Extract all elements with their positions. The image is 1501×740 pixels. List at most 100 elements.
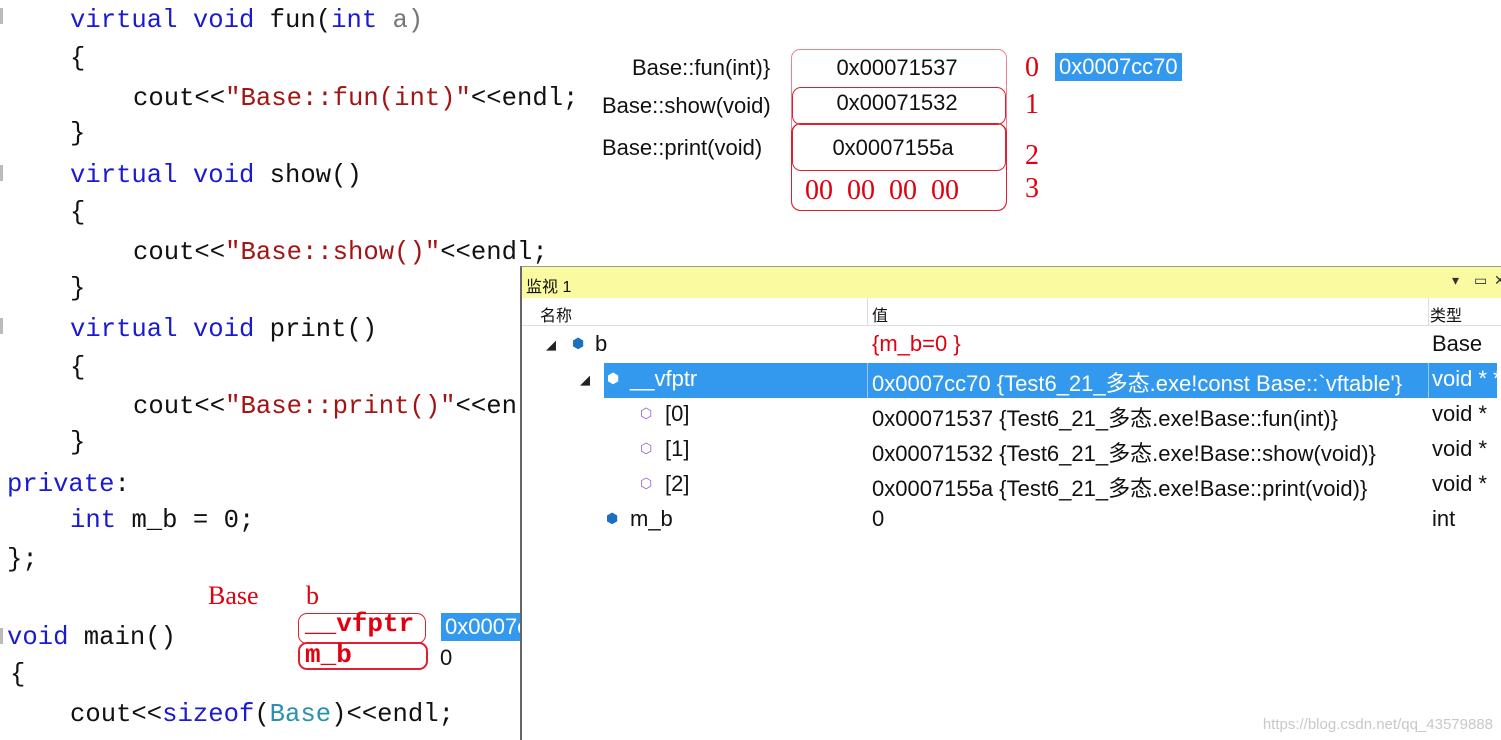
code-line: } [70, 119, 86, 148]
code-text: cout<< [133, 84, 226, 113]
vtable-addr: 0x00071532 [836, 90, 958, 115]
row-type: void * [1432, 436, 1488, 461]
watch-row[interactable]: ◢ ⬢ b {m_b=0 } Base [522, 328, 1501, 363]
string-literal: "Base::print()" [225, 392, 456, 421]
column-header-type[interactable]: 类型 [1430, 302, 1462, 326]
row-type: void * [1432, 401, 1488, 426]
row-type: int [1432, 506, 1456, 531]
keyword: private [7, 470, 115, 499]
fold-marker[interactable] [0, 628, 3, 644]
row-name: [0] [665, 401, 690, 426]
code-line: cout<<sizeof(Base)<<endl; [70, 700, 454, 730]
function-icon: ⬡ [640, 405, 653, 421]
row-name: [2] [665, 471, 690, 496]
code-text: show() [269, 161, 362, 190]
vtable-label: Base::print(void) [602, 135, 763, 160]
close-icon[interactable]: ✕ [1494, 272, 1501, 289]
function-icon: ⬡ [640, 440, 653, 456]
row-name: m_b [630, 506, 673, 531]
column-divider[interactable] [867, 298, 868, 325]
fold-marker[interactable] [0, 318, 3, 334]
watermark: https://blog.csdn.net/qq_43579888 [1262, 716, 1493, 733]
object-icon: ⬢ [572, 335, 585, 351]
keyword: void [7, 623, 84, 652]
vtable-terminator: 00 00 00 00 [805, 175, 959, 206]
code-line: cout<<"Base::print()"<<en [133, 392, 517, 422]
row-value: 0x00071532 {Test6_21_多态.exe!Base::show(v… [872, 441, 1376, 466]
keyword: int [331, 6, 393, 35]
string-literal: "Base::show()" [225, 238, 441, 267]
code-text: : [114, 470, 130, 499]
code-text: <<en [455, 392, 517, 421]
keyword: virtual void [70, 315, 270, 344]
code-text: ( [254, 700, 270, 729]
row-type: void * [1432, 471, 1488, 496]
object-var-label: b [306, 581, 319, 610]
watch-row[interactable]: ⬡ [1] 0x00071532 {Test6_21_多态.exe!Base::… [522, 433, 1501, 468]
watch-title: 监视 1 [526, 279, 572, 296]
row-value: {m_b=0 } [872, 331, 961, 356]
row-name: b [595, 331, 608, 356]
row-name: [1] [665, 436, 690, 461]
vtable-index: 1 [1025, 89, 1039, 120]
dropdown-icon[interactable]: ▾ [1452, 272, 1459, 289]
pointer-icon: ⬢ [607, 370, 620, 386]
watch-row[interactable]: ⬢ m_b 0 int [522, 503, 1501, 538]
maximize-icon[interactable]: ▭ [1474, 272, 1487, 289]
column-header-value[interactable]: 值 [872, 302, 888, 326]
code-line: virtual void print() [70, 315, 377, 345]
vtable-address-highlight: 0x0007cc70 [1055, 53, 1182, 81]
code-line: private: [7, 470, 130, 500]
keyword: int [70, 506, 132, 535]
object-type-label: Base [208, 581, 259, 610]
watch-row-selected[interactable]: ◢ ⬢ __vfptr 0x0007cc70 {Test6_21_多态.exe!… [522, 363, 1501, 398]
vtable-index: 0 [1025, 52, 1039, 83]
vtable-label: Base::fun(int)} [632, 55, 771, 80]
collapse-icon[interactable]: ◢ [580, 372, 590, 388]
fold-marker[interactable] [0, 165, 3, 181]
code-text: cout<< [133, 238, 226, 267]
fold-marker[interactable] [0, 8, 3, 24]
code-line: }; [7, 545, 38, 574]
code-line: } [70, 428, 86, 457]
field-name: __vfptr [305, 609, 415, 639]
row-value: 0x00071537 {Test6_21_多态.exe!Base::fun(in… [872, 406, 1338, 431]
column-header-name[interactable]: 名称 [540, 302, 572, 326]
code-text: <<endl; [440, 238, 548, 267]
row-name: __vfptr [630, 366, 698, 391]
collapse-icon[interactable]: ◢ [546, 337, 556, 353]
row-type: void * * [1432, 366, 1501, 391]
column-divider[interactable] [1428, 298, 1429, 325]
code-text: )<<endl; [331, 700, 454, 729]
code-line: { [70, 353, 86, 382]
code-text: main() [83, 623, 176, 652]
code-line: virtual void show() [70, 161, 362, 191]
row-value: 0x0007155a {Test6_21_多态.exe!Base::print(… [872, 476, 1368, 501]
code-line: { [10, 660, 26, 689]
function-icon: ⬡ [640, 475, 653, 491]
watch-window: 监视 1 ▾ ▭ ✕ 名称 值 类型 ◢ ⬢ b {m_b=0 } Base ◢… [520, 266, 1501, 740]
code-text: print() [269, 315, 378, 344]
code-text: cout<< [70, 700, 163, 729]
code-line: void main() [7, 623, 176, 653]
column-divider [1428, 363, 1429, 398]
watch-row[interactable]: ⬡ [0] 0x00071537 {Test6_21_多态.exe!Base::… [522, 398, 1501, 433]
keyword: virtual void [70, 161, 270, 190]
field-name: m_b [305, 640, 352, 670]
code-text: cout<< [133, 392, 226, 421]
type-name: Base [269, 700, 332, 729]
code-text: fun( [269, 6, 332, 35]
keyword: virtual void [70, 6, 270, 35]
row-value: 0 [872, 506, 885, 531]
code-line: virtual void fun(int a) [70, 6, 423, 36]
code-line: cout<<"Base::fun(int)"<<endl; [133, 84, 578, 114]
code-text: m_b = 0; [131, 506, 255, 535]
code-line: { [70, 44, 86, 73]
watch-title-bar: 监视 1 ▾ ▭ ✕ [522, 267, 1501, 298]
vtable-index: 3 [1025, 173, 1039, 204]
field-value: 0 [440, 645, 453, 670]
row-type: Base [1432, 331, 1483, 356]
code-text: <<endl; [470, 84, 579, 113]
vtable-addr: 0x0007155a [832, 135, 954, 160]
watch-row[interactable]: ⬡ [2] 0x0007155a {Test6_21_多态.exe!Base::… [522, 468, 1501, 503]
